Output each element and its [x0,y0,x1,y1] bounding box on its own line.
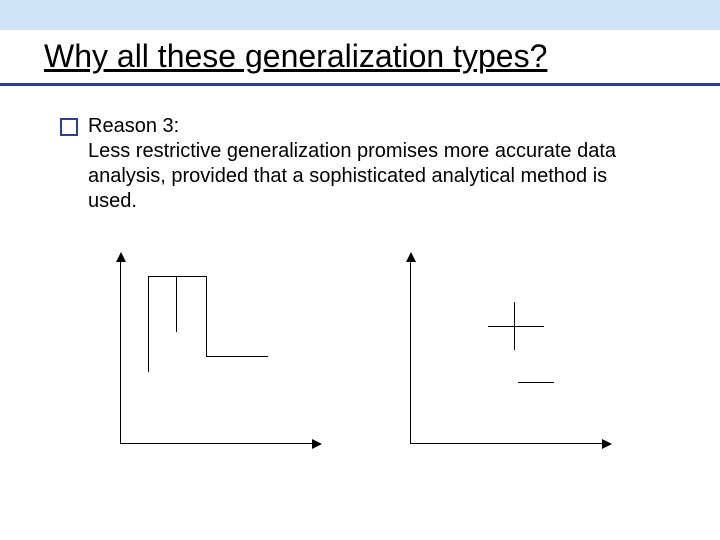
square-bullet-icon [60,118,78,136]
chart-segment [206,276,207,356]
chart-segment [206,356,268,357]
chart-segment [518,382,554,383]
x-axis-icon [120,443,320,444]
x-axis-icon [410,443,610,444]
chart-segment [488,326,544,327]
right-chart [400,254,610,454]
left-chart [110,254,320,454]
chart-segment [176,276,177,332]
bullet-body: Less restrictive generalization promises… [88,140,616,212]
chart-segment [514,302,515,350]
bullet-text: Reason 3: Less restrictive generalizatio… [88,114,660,214]
bullet-lead: Reason 3: [88,115,179,137]
y-axis-icon [410,254,411,444]
chart-segment [148,276,149,372]
header-band [0,0,720,30]
y-axis-icon [120,254,121,444]
figures-row [60,254,660,454]
slide-title: Why all these generalization types? [0,30,720,83]
bullet-item: Reason 3: Less restrictive generalizatio… [60,114,660,214]
chart-segment [148,276,206,277]
content-area: Reason 3: Less restrictive generalizatio… [0,86,720,454]
